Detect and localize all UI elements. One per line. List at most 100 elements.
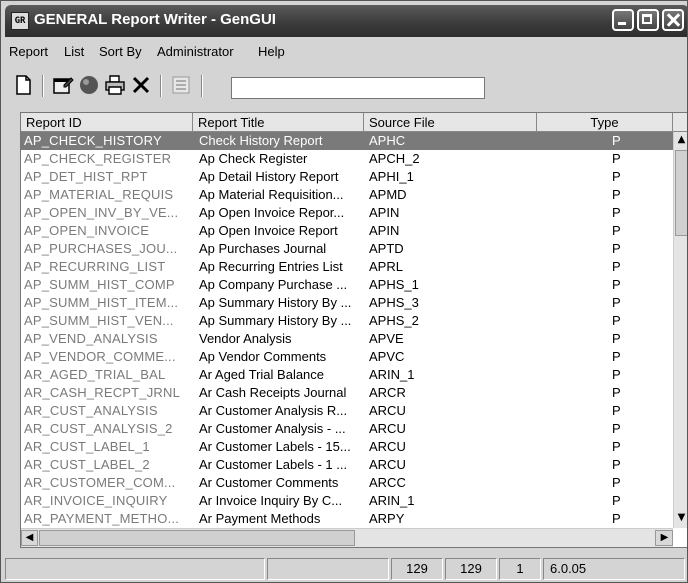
- properties-icon[interactable]: [51, 73, 75, 97]
- source-file-cell: APCH_2: [369, 151, 420, 166]
- report-title-cell: Ap Open Invoice Report: [199, 223, 338, 238]
- table-row[interactable]: AP_VENDOR_COMME... Ap Vendor Comments APVC…: [21, 348, 673, 366]
- report-title-cell: Ap Detail History Report: [199, 169, 339, 184]
- menu-list[interactable]: List: [64, 44, 84, 59]
- source-file-cell: APTD: [369, 241, 404, 256]
- report-id-cell: AR_CUST_ANALYSIS: [24, 403, 158, 418]
- report-title-cell: Ap Open Invoice Repor...: [199, 205, 345, 220]
- source-file-cell: ARCU: [369, 439, 406, 454]
- menu-bar: Report List Sort By Administrator Help: [5, 40, 685, 64]
- scroll-down-icon[interactable]: ▼: [674, 510, 687, 526]
- type-cell: P: [612, 187, 621, 202]
- app-icon: GR: [11, 12, 29, 30]
- minimize-button[interactable]: [612, 9, 634, 31]
- menu-administrator[interactable]: Administrator: [157, 44, 234, 59]
- table-row[interactable]: AP_VEND_ANALYSIS Vendor Analysis APVE P: [21, 330, 673, 348]
- table-row[interactable]: AP_DET_HIST_RPT Ap Detail History Report A…: [21, 168, 673, 186]
- source-file-cell: APIN: [369, 205, 400, 220]
- column-header-type[interactable]: Type: [537, 113, 673, 132]
- report-id-cell: AP_RECURRING_LIST: [24, 259, 166, 274]
- table-row[interactable]: AP_RECURRING_LIST Ap Recurring Entries Li…: [21, 258, 673, 276]
- table-row[interactable]: AR_CUST_ANALYSIS Ar Customer Analysis R..…: [21, 402, 673, 420]
- report-title-cell: Ap Check Register: [199, 151, 308, 166]
- list-view-icon[interactable]: [169, 73, 193, 97]
- toolbar-separator: [160, 75, 162, 97]
- title-bar[interactable]: GR GENERAL Report Writer - GenGUI: [5, 5, 687, 37]
- source-file-cell: APRL: [369, 259, 403, 274]
- new-document-icon[interactable]: [11, 73, 35, 97]
- scroll-left-icon[interactable]: ◀: [21, 530, 38, 546]
- table-row[interactable]: AP_SUMM_HIST_COMP Ap Company Purchase ...…: [21, 276, 673, 294]
- close-button[interactable]: [662, 9, 684, 31]
- report-list[interactable]: Report ID Report Title Source File Type …: [20, 112, 687, 548]
- column-header-report-title[interactable]: Report Title: [193, 113, 364, 132]
- report-title-cell: Vendor Analysis: [199, 331, 292, 346]
- status-version: 6.0.05: [543, 558, 685, 580]
- table-row[interactable]: AP_PURCHASES_JOU... Ap Purchases Journal A…: [21, 240, 673, 258]
- delete-x-icon[interactable]: [129, 73, 153, 97]
- type-cell: P: [612, 475, 621, 490]
- table-row[interactable]: AP_SUMM_HIST_ITEM... Ap Summary History B…: [21, 294, 673, 312]
- type-cell: P: [612, 421, 621, 436]
- vertical-scroll-thumb[interactable]: [675, 150, 687, 236]
- status-count-b: 129: [445, 558, 497, 580]
- source-file-cell: ARCU: [369, 457, 406, 472]
- source-file-cell: APMD: [369, 187, 407, 202]
- run-circle-icon[interactable]: [77, 73, 101, 97]
- type-cell: P: [612, 223, 621, 238]
- table-row[interactable]: AP_SUMM_HIST_VEN... Ap Summary History By…: [21, 312, 673, 330]
- print-icon[interactable]: [103, 73, 127, 97]
- table-row[interactable]: AP_OPEN_INVOICE Ap Open Invoice Report API…: [21, 222, 673, 240]
- report-title-cell: Ar Customer Comments: [199, 475, 339, 490]
- source-file-cell: APHC: [369, 133, 406, 148]
- report-title-cell: Ap Summary History By ...: [199, 295, 352, 310]
- source-file-cell: ARIN_1: [369, 493, 415, 508]
- column-header-report-id[interactable]: Report ID: [21, 113, 193, 132]
- status-count-a: 129: [391, 558, 443, 580]
- vertical-scrollbar[interactable]: ▲ ▼: [673, 132, 687, 528]
- table-row[interactable]: AP_OPEN_INV_BY_VE... Ap Open Invoice Repo…: [21, 204, 673, 222]
- table-row[interactable]: AR_CUSTOMER_COM... Ar Customer Comments AR…: [21, 474, 673, 492]
- table-row[interactable]: AP_CHECK_REGISTER Ap Check Register APCH_2…: [21, 150, 673, 168]
- table-row[interactable]: AR_INVOICE_INQUIRY Ar Invoice Inquiry By …: [21, 492, 673, 510]
- source-file-cell: APVC: [369, 349, 405, 364]
- table-row[interactable]: AR_CASH_RECPT_JRNL Ar Cash Receipts Journ…: [21, 384, 673, 402]
- type-cell: P: [612, 133, 621, 148]
- table-row[interactable]: AR_CUST_LABEL_2 Ar Customer Labels - 1 ..…: [21, 456, 673, 474]
- horizontal-scroll-thumb[interactable]: [39, 530, 355, 546]
- toolbar-input[interactable]: [231, 77, 485, 99]
- report-id-cell: AP_PURCHASES_JOU...: [24, 241, 178, 256]
- menu-report[interactable]: Report: [9, 44, 48, 59]
- table-row[interactable]: AP_CHECK_HISTORY Check History Report APHC…: [21, 132, 673, 150]
- status-bar: 129 129 1 6.0.05: [5, 556, 685, 580]
- scroll-right-icon[interactable]: ▶: [655, 530, 673, 546]
- scroll-up-icon[interactable]: ▲: [674, 132, 687, 148]
- maximize-button[interactable]: [637, 9, 659, 31]
- menu-sort-by[interactable]: Sort By: [99, 44, 142, 59]
- table-row[interactable]: AR_PAYMENT_METHO... Ar Payment Methods ARP…: [21, 510, 673, 528]
- report-id-cell: AP_DET_HIST_RPT: [24, 169, 148, 184]
- type-cell: P: [612, 439, 621, 454]
- report-title-cell: Ar Payment Methods: [199, 511, 321, 526]
- table-row[interactable]: AP_MATERIAL_REQUIS Ap Material Requisitio…: [21, 186, 673, 204]
- report-title-cell: Ar Customer Analysis - ...: [199, 421, 346, 436]
- report-id-cell: AP_CHECK_REGISTER: [24, 151, 172, 166]
- table-row[interactable]: AR_AGED_TRIAL_BAL Ar Aged Trial Balance AR…: [21, 366, 673, 384]
- type-cell: P: [612, 259, 621, 274]
- type-cell: P: [612, 277, 621, 292]
- horizontal-scrollbar[interactable]: ◀ ▶: [21, 528, 673, 547]
- table-row[interactable]: AR_CUST_LABEL_1 Ar Customer Labels - 15..…: [21, 438, 673, 456]
- column-header-source-file[interactable]: Source File: [364, 113, 537, 132]
- source-file-cell: APHS_2: [369, 313, 419, 328]
- toolbar-text-field[interactable]: [232, 78, 484, 99]
- report-id-cell: AR_INVOICE_INQUIRY: [24, 493, 168, 508]
- table-row[interactable]: AR_CUST_ANALYSIS_2 Ar Customer Analysis -…: [21, 420, 673, 438]
- type-cell: P: [612, 313, 621, 328]
- status-panel-1: [5, 558, 265, 580]
- report-title-cell: Ap Company Purchase ...: [199, 277, 348, 292]
- source-file-cell: ARCR: [369, 385, 406, 400]
- type-cell: P: [612, 457, 621, 472]
- toolbar: [5, 67, 685, 105]
- report-id-cell: AP_SUMM_HIST_VEN...: [24, 313, 174, 328]
- menu-help[interactable]: Help: [258, 44, 285, 59]
